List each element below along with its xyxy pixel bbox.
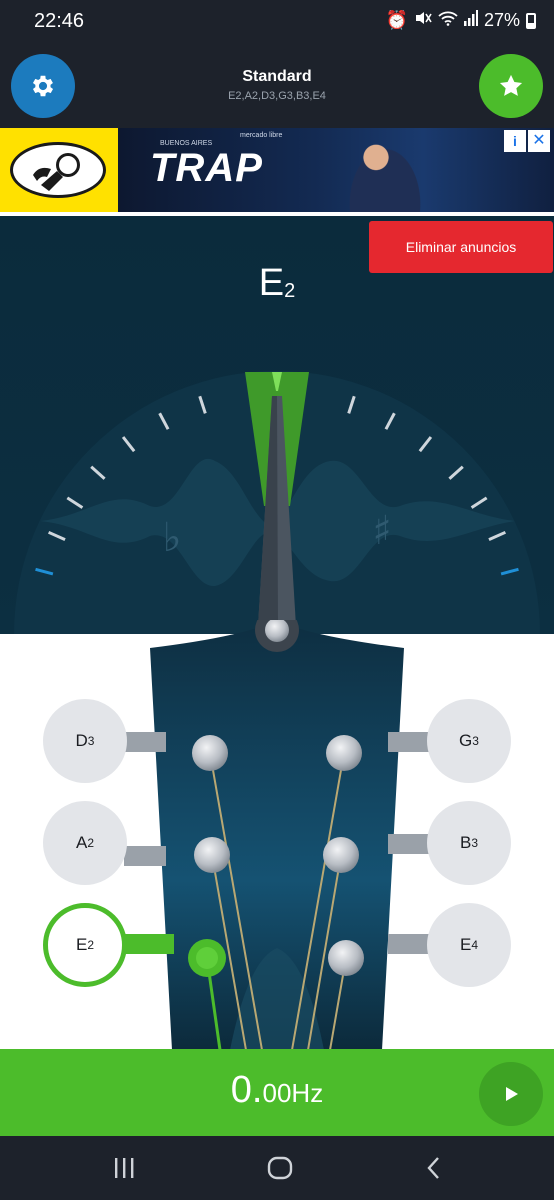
- flat-symbol: ♭: [163, 515, 182, 561]
- peg-note: G: [459, 731, 473, 750]
- wifi-icon: [438, 10, 458, 31]
- mute-icon: [414, 10, 432, 31]
- play-icon: [506, 1087, 518, 1101]
- microphone-logo-icon: [10, 142, 106, 198]
- home-icon: [267, 1156, 293, 1180]
- alarm-icon: ⏰: [385, 10, 408, 30]
- note-octave: 2: [284, 280, 296, 302]
- ad-headline: TRAP: [150, 146, 263, 190]
- settings-button[interactable]: [11, 54, 75, 118]
- signal-icon: [463, 10, 478, 31]
- info-icon[interactable]: i: [504, 130, 526, 152]
- peg-button-d3[interactable]: D3: [43, 699, 127, 783]
- peg-note: E: [459, 935, 472, 954]
- frequency-decimals: 00: [262, 1078, 292, 1108]
- battery-icon: [526, 12, 536, 29]
- ad-banner[interactable]: BUENOS AIRES mercado libre TRAP i ✕: [0, 128, 554, 212]
- play-button[interactable]: [479, 1062, 543, 1126]
- peg-note: B: [459, 833, 472, 852]
- star-icon: [499, 74, 523, 96]
- peg-note: A: [75, 833, 88, 852]
- peg-octave: 3: [87, 734, 95, 748]
- back-icon: [427, 1157, 439, 1179]
- sharp-symbol: ♯: [372, 508, 391, 554]
- close-icon[interactable]: ✕: [528, 130, 550, 152]
- frequency-unit: Hz: [291, 1078, 324, 1108]
- peg-note: D: [75, 731, 88, 750]
- ad-brand: mercado libre: [240, 132, 283, 139]
- favorite-button[interactable]: [479, 54, 543, 118]
- home-button[interactable]: [260, 1150, 300, 1186]
- peg-octave: 3: [471, 836, 479, 850]
- peg-button-g3[interactable]: G3: [427, 699, 511, 783]
- peg-octave: 4: [471, 938, 479, 952]
- peg-octave: 2: [87, 938, 95, 952]
- frequency-readout: 0.00Hz: [0, 1069, 554, 1112]
- peg-octave: 3: [472, 734, 479, 748]
- peg-button-a2[interactable]: A2: [43, 801, 127, 885]
- recents-icon: [115, 1158, 134, 1178]
- back-button[interactable]: [414, 1150, 454, 1186]
- peg-button-b3[interactable]: B3: [427, 801, 511, 885]
- status-time: 22:46: [34, 10, 85, 32]
- status-icons: ⏰ 27%: [386, 10, 536, 31]
- peg-button-e4[interactable]: E4: [427, 903, 511, 987]
- note-letter: E: [258, 262, 285, 304]
- recents-button[interactable]: [104, 1150, 144, 1186]
- tuning-notes[interactable]: E2,A2,D3,G3,B3,E4: [0, 90, 554, 102]
- peg-note: E: [75, 935, 88, 954]
- peg-octave: 2: [87, 836, 95, 850]
- ad-singer-image: [340, 134, 430, 212]
- battery-percent: 27%: [483, 10, 520, 30]
- peg-button-e2[interactable]: E2: [43, 903, 127, 987]
- frequency-integer: 0.: [230, 1069, 263, 1111]
- current-note: E2: [0, 262, 554, 305]
- tuning-title[interactable]: Standard: [0, 68, 554, 86]
- ad-logo: [0, 128, 118, 212]
